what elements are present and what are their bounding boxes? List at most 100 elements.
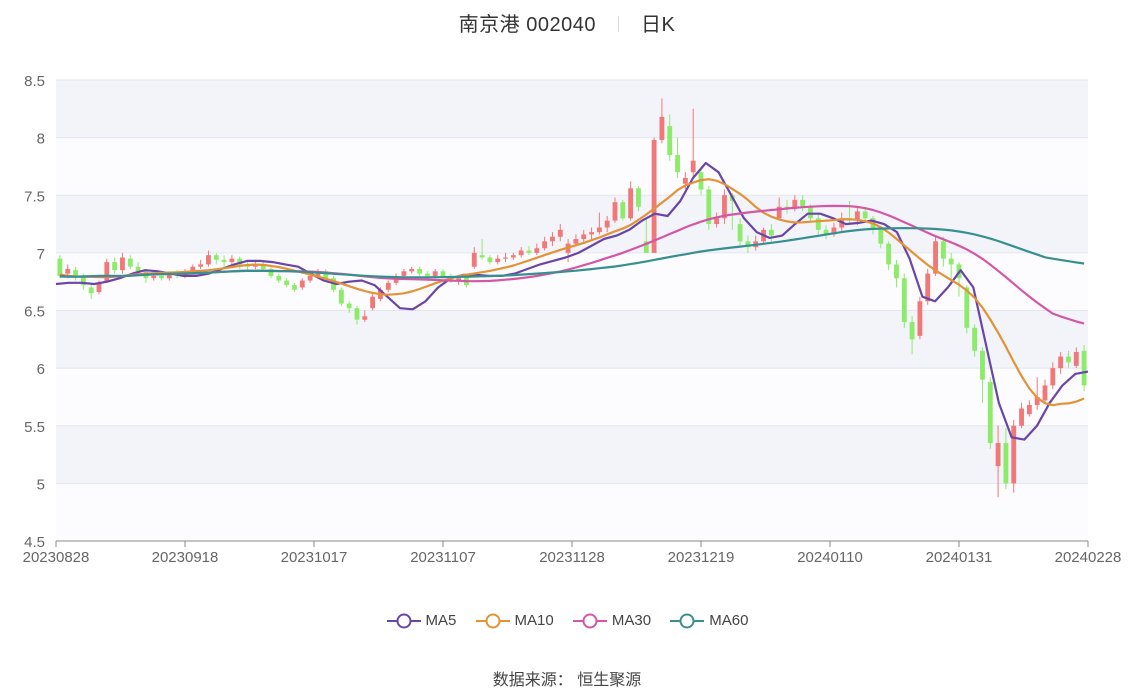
- candle-body: [338, 289, 344, 304]
- candle-body: [213, 255, 219, 260]
- candle-body: [1003, 443, 1009, 484]
- candle-body: [503, 257, 508, 259]
- candle-body: [385, 282, 391, 290]
- candle-body: [346, 303, 352, 309]
- candle-body: [409, 269, 415, 272]
- candle-body: [299, 280, 305, 288]
- legend: MA5 MA10 MA30 MA60: [0, 612, 1134, 630]
- candle-body: [581, 234, 587, 240]
- candle-body: [307, 275, 313, 281]
- candle-body: [690, 160, 696, 173]
- candle-body: [57, 258, 63, 276]
- candle-body: [487, 257, 493, 263]
- candle-body: [518, 250, 524, 256]
- x-tick-label: 20230918: [152, 549, 219, 566]
- candle-body: [901, 278, 907, 323]
- candle-body: [510, 255, 516, 258]
- candle: [338, 287, 344, 306]
- grid-band: [56, 80, 1088, 138]
- candle-body: [221, 259, 227, 263]
- candle-body: [1058, 356, 1064, 369]
- legend-item-ma30[interactable]: MA30: [572, 612, 651, 630]
- legend-ma60-label: MA60: [709, 612, 749, 629]
- candle-body: [628, 188, 634, 219]
- legend-ma10-marker: [475, 613, 510, 629]
- grid-band: [56, 483, 1088, 541]
- candle: [1011, 419, 1017, 493]
- candle-body: [1019, 408, 1024, 426]
- candle-body: [917, 301, 923, 336]
- candle-body: [1026, 405, 1032, 415]
- candle-body: [886, 243, 892, 265]
- kline-chart: 4.555.566.577.588.5 20230828 20230918 2023…: [23, 73, 1122, 566]
- x-tick-label: 20240228: [1055, 549, 1122, 566]
- candle: [917, 296, 923, 340]
- candle-body: [534, 248, 540, 253]
- candle-body: [573, 239, 579, 244]
- candle-body: [589, 232, 594, 235]
- candle-body: [659, 116, 665, 140]
- legend-item-ma60[interactable]: MA60: [669, 612, 748, 630]
- candle-body: [292, 285, 297, 290]
- candle: [651, 137, 657, 253]
- candle-body: [526, 250, 532, 253]
- candle-body: [878, 229, 884, 244]
- legend-item-ma10[interactable]: MA10: [475, 612, 554, 630]
- candle-body: [667, 126, 673, 155]
- y-tick-label: 7: [37, 246, 45, 263]
- x-tick-label: 20231128: [539, 549, 605, 566]
- x-tick-label: 20231107: [410, 549, 476, 566]
- candle-body: [940, 241, 946, 259]
- candle-body: [862, 211, 868, 219]
- candle-body: [987, 381, 993, 444]
- candle-body: [948, 258, 954, 265]
- candle-body: [198, 264, 204, 267]
- y-tick-label: 5.5: [24, 419, 45, 436]
- x-tick-label: 20240110: [797, 549, 863, 566]
- candle-body: [800, 199, 806, 207]
- y-tick-label: 5: [37, 476, 45, 493]
- candle-body: [440, 271, 446, 276]
- x-tick-label: 20240131: [926, 549, 993, 566]
- legend-ma30-label: MA30: [611, 612, 652, 629]
- candle-body: [424, 273, 430, 276]
- candle-body: [1042, 385, 1048, 401]
- legend-item-ma5[interactable]: MA5: [386, 612, 456, 630]
- candle-body: [894, 264, 899, 279]
- candle-body: [73, 270, 78, 276]
- candle-body: [1066, 356, 1071, 363]
- candle-body: [682, 177, 688, 184]
- candle-body: [542, 241, 548, 249]
- candle-body: [909, 322, 915, 340]
- candle-body: [495, 258, 501, 263]
- candle-body: [151, 275, 157, 279]
- y-tick-label: 6: [37, 361, 45, 378]
- candle-body: [737, 224, 743, 242]
- y-tick-label: 8.5: [24, 73, 45, 90]
- candle: [901, 273, 907, 328]
- candle-body: [808, 206, 813, 219]
- legend-ma10-label: MA10: [514, 612, 554, 629]
- data-source: 数据来源： 恒生聚源: [0, 666, 1134, 690]
- candle-body: [972, 327, 978, 351]
- grid-band: [56, 425, 1088, 484]
- y-tick-label: 8: [37, 131, 45, 148]
- candle: [706, 186, 712, 230]
- candle-body: [120, 257, 125, 271]
- candle-body: [714, 218, 720, 225]
- x-tick-label: 20231017: [281, 549, 348, 566]
- candle-body: [1073, 351, 1079, 366]
- legend-ma5-marker: [386, 613, 421, 629]
- candle-body: [612, 202, 618, 221]
- candle: [620, 199, 626, 221]
- candle-body: [284, 280, 290, 286]
- x-tick-label: 20231219: [668, 549, 735, 566]
- candle-body: [557, 229, 563, 237]
- candle-body: [127, 258, 133, 267]
- candle-body: [596, 227, 602, 233]
- candle-body: [768, 229, 774, 236]
- candle-body: [980, 350, 985, 380]
- candle-body: [88, 287, 94, 294]
- candle-body: [206, 255, 211, 265]
- legend-ma60-marker: [670, 613, 705, 629]
